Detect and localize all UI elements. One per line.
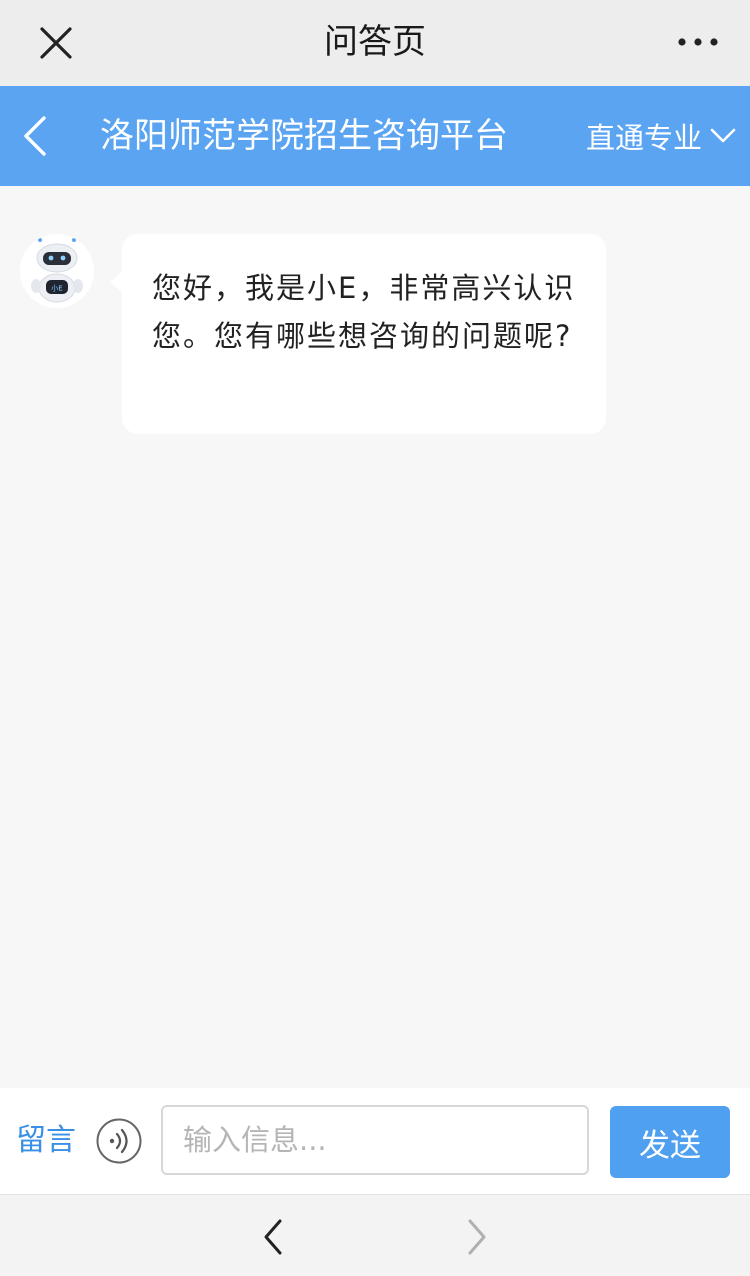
browser-nav-bar xyxy=(0,1194,750,1276)
platform-title: 洛阳师范学院招生咨询平台 xyxy=(100,116,508,156)
app-header: 洛阳师范学院招生咨询平台 直通专业 xyxy=(0,86,750,186)
bot-message-bubble: 您好，我是小E，非常高兴认识您。您有哪些想咨询的问题呢? xyxy=(110,234,606,434)
wechat-title-bar: 问答页 xyxy=(0,0,750,86)
voice-icon[interactable] xyxy=(96,1118,142,1164)
qa-page: 问答页 洛阳师范学院招生咨询平台 直通专业 小E 您好，我是小E，非常高兴认识您… xyxy=(0,0,750,1276)
major-dropdown-label: 直通专业 xyxy=(585,121,702,155)
chevron-down-icon xyxy=(710,128,736,143)
message-input[interactable] xyxy=(161,1105,589,1175)
send-button[interactable]: 发送 xyxy=(610,1106,730,1178)
nav-forward-icon[interactable] xyxy=(460,1217,492,1257)
page-title: 问答页 xyxy=(324,22,426,62)
leave-message-button[interactable]: 留言 xyxy=(16,1088,76,1194)
avatar-badge-text: 小E xyxy=(51,284,62,293)
nav-back-icon[interactable] xyxy=(258,1217,290,1257)
message-input-bar: 留言 发送 xyxy=(0,1088,750,1194)
bot-message-text: 您好，我是小E，非常高兴认识您。您有哪些想咨询的问题呢? xyxy=(152,271,576,353)
major-dropdown[interactable]: 直通专业 xyxy=(586,86,736,186)
robot-avatar-icon: 小E xyxy=(20,234,94,308)
chevron-left-icon[interactable] xyxy=(14,112,58,160)
more-dots-icon[interactable] xyxy=(674,24,722,60)
chat-area: 小E 您好，我是小E，非常高兴认识您。您有哪些想咨询的问题呢? xyxy=(0,186,750,1088)
